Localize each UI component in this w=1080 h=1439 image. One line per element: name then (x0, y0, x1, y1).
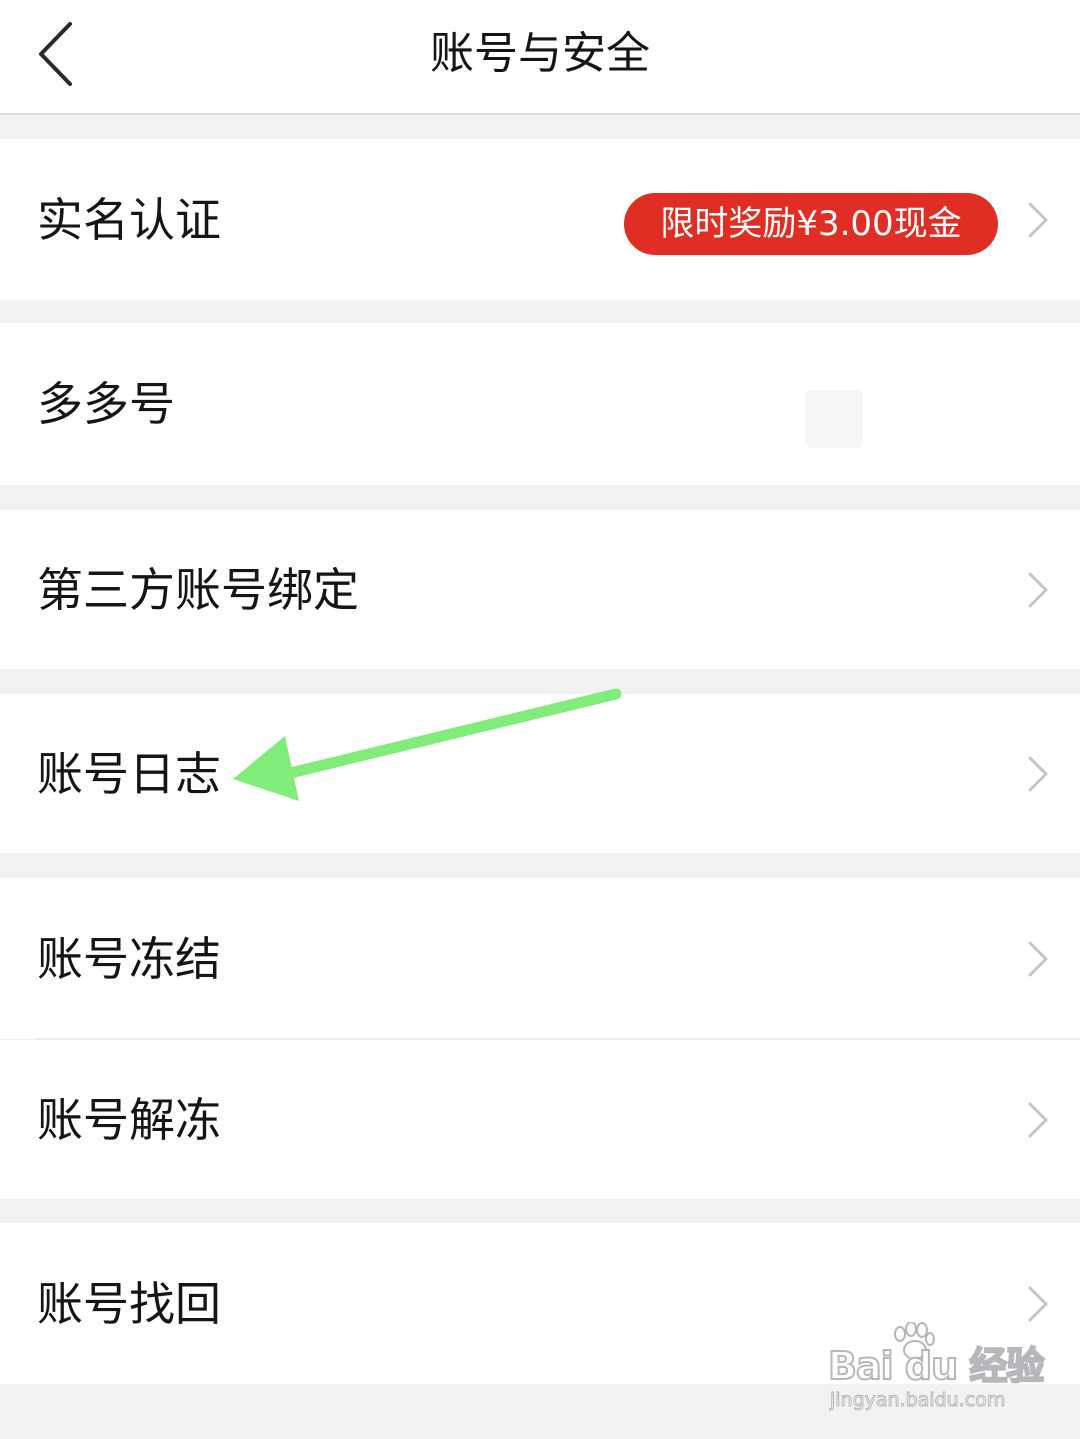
chevron-right-icon (1028, 572, 1048, 607)
row-label-account-recover: 账号找回 (37, 1276, 221, 1331)
row-third-party-binding[interactable]: 第三方账号绑定 (0, 510, 1080, 669)
row-account-unfreeze[interactable]: 账号解冻 (0, 1040, 1080, 1199)
page-title: 账号与安全 (430, 28, 650, 79)
row-account-log[interactable]: 账号日志 (0, 694, 1080, 853)
row-label-account-unfreeze: 账号解冻 (37, 1092, 221, 1147)
chevron-right-icon (1028, 1286, 1048, 1321)
row-account-freeze[interactable]: 账号冻结 (0, 878, 1080, 1039)
row-label-real-name: 实名认证 (37, 192, 221, 247)
row-label-duoduo-id: 多多号 (37, 377, 175, 431)
row-label-account-freeze: 账号冻结 (37, 931, 221, 986)
baidu-jingyan-watermark: Bai du 经验 jingyan.baidu.com (827, 1322, 1045, 1418)
watermark-url: jingyan.baidu.com (829, 1389, 1006, 1412)
blurred-value (805, 390, 863, 448)
chevron-right-icon (1028, 756, 1048, 791)
row-duoduo-id[interactable]: 多多号 (0, 323, 1080, 485)
row-divider (36, 1038, 1080, 1040)
watermark-brand: Bai du 经验 (827, 1343, 1045, 1389)
row-label-account-log: 账号日志 (37, 746, 221, 801)
chevron-right-icon (1028, 1102, 1048, 1137)
promo-badge[interactable]: 限时奖励¥3.00现金 (624, 193, 998, 255)
top-nav-bar: 账号与安全 (0, 0, 1080, 115)
chevron-right-icon (1028, 202, 1048, 237)
chevron-right-icon (1028, 941, 1048, 976)
row-label-third-party: 第三方账号绑定 (37, 562, 359, 617)
